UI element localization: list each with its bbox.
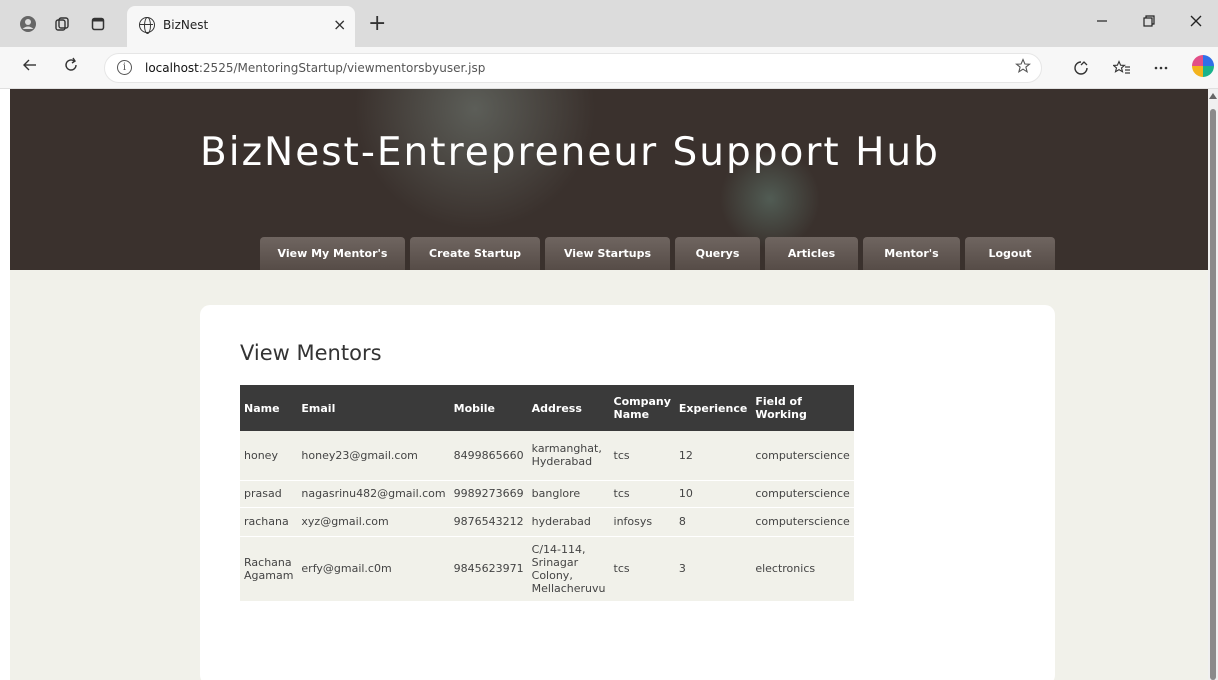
restore-icon[interactable]	[1143, 12, 1155, 31]
content-panel: View Mentors Name Email Mobile Address C…	[200, 305, 1055, 680]
profile-icon[interactable]	[18, 14, 38, 34]
cell-address: C/14-114, Srinagar Colony, Mellacheruvu	[527, 535, 610, 601]
site-header: BizNest-Entrepreneur Support Hub View My…	[10, 89, 1208, 270]
info-icon[interactable]: i	[117, 60, 132, 75]
minimize-icon[interactable]	[1096, 12, 1108, 31]
more-options-icon[interactable]	[1153, 60, 1169, 80]
browser-tab-bar: BizNest × +	[0, 0, 1218, 47]
cell-company: tcs	[609, 479, 675, 507]
cell-mobile: 9845623971	[449, 535, 528, 601]
col-header-email: Email	[297, 385, 450, 431]
cell-field: computerscience	[751, 506, 854, 536]
col-header-mobile: Mobile	[449, 385, 528, 431]
nav-create-startup[interactable]: Create Startup	[410, 237, 540, 270]
cell-experience: 8	[674, 506, 752, 536]
cell-name: honey	[240, 431, 298, 480]
cell-name: Rachana Agamam	[240, 535, 298, 601]
col-header-experience: Experience	[674, 385, 752, 431]
browser-address-bar: i localhost:2525/MentoringStartup/viewme…	[0, 47, 1218, 89]
cell-mobile: 9989273669	[449, 479, 528, 507]
cell-name: prasad	[240, 479, 298, 507]
cell-email: xyz@gmail.com	[297, 506, 450, 536]
extensions-icon[interactable]	[1073, 60, 1089, 80]
cell-field: electronics	[751, 535, 854, 601]
scrollbar-thumb[interactable]	[1210, 109, 1216, 680]
cell-name: rachana	[240, 506, 298, 536]
col-header-address: Address	[527, 385, 610, 431]
col-header-field: Field of Working	[751, 385, 854, 431]
cell-field: computerscience	[751, 431, 854, 480]
close-window-icon[interactable]	[1190, 12, 1202, 31]
nav-articles[interactable]: Articles	[765, 237, 858, 270]
page-scrollbar[interactable]	[1208, 89, 1218, 680]
tab-actions-icon[interactable]	[88, 14, 108, 34]
cell-address: hyderabad	[527, 506, 610, 536]
tab-biznest[interactable]: BizNest ×	[127, 6, 355, 47]
site-title: BizNest-Entrepreneur Support Hub	[200, 130, 940, 175]
table-row: honey honey23@gmail.com 8499865660 karma…	[240, 431, 854, 480]
nav-view-startups[interactable]: View Startups	[545, 237, 670, 270]
cell-experience: 12	[674, 431, 752, 480]
nav-logout[interactable]: Logout	[965, 237, 1055, 270]
table-row: Rachana Agamam erfy@gmail.c0m 9845623971…	[240, 535, 854, 601]
table-header-row: Name Email Mobile Address Company Name E…	[240, 385, 854, 431]
reload-icon[interactable]	[63, 57, 79, 78]
col-header-company: Company Name	[609, 385, 675, 431]
mentors-table: Name Email Mobile Address Company Name E…	[240, 385, 854, 601]
cell-email: honey23@gmail.com	[297, 431, 450, 480]
workspaces-icon[interactable]	[52, 14, 72, 34]
globe-icon	[139, 17, 155, 34]
cell-mobile: 8499865660	[449, 431, 528, 480]
cell-email: nagasrinu482@gmail.com	[297, 479, 450, 507]
cell-field: computerscience	[751, 479, 854, 507]
copilot-icon[interactable]	[1192, 55, 1214, 77]
url-path: :2525/MentoringStartup/viewmentorsbyuser…	[198, 61, 486, 75]
table-row: rachana xyz@gmail.com 9876543212 hyderab…	[240, 506, 854, 536]
url-input[interactable]: i localhost:2525/MentoringStartup/viewme…	[104, 53, 1042, 83]
cell-address: karmanghat, Hyderabad	[527, 431, 610, 480]
url-host: localhost	[145, 61, 199, 75]
url-text: localhost:2525/MentoringStartup/viewment…	[145, 61, 485, 75]
scroll-up-arrow-icon[interactable]	[1209, 93, 1217, 99]
page-viewport: BizNest-Entrepreneur Support Hub View My…	[10, 89, 1208, 680]
page-title: View Mentors	[240, 341, 382, 365]
nav-querys[interactable]: Querys	[675, 237, 760, 270]
cell-address: banglore	[527, 479, 610, 507]
close-tab-icon[interactable]: ×	[333, 15, 346, 34]
new-tab-icon[interactable]: +	[368, 11, 386, 36]
cell-company: tcs	[609, 535, 675, 601]
tab-title: BizNest	[163, 18, 209, 32]
back-icon[interactable]	[22, 57, 38, 78]
favorite-star-icon[interactable]	[1015, 58, 1031, 78]
cell-mobile: 9876543212	[449, 506, 528, 536]
cell-experience: 3	[674, 535, 752, 601]
cell-company: infosys	[609, 506, 675, 536]
favorites-icon[interactable]	[1112, 60, 1131, 80]
table-row: prasad nagasrinu482@gmail.com 9989273669…	[240, 479, 854, 507]
nav-view-my-mentors[interactable]: View My Mentor's	[260, 237, 405, 270]
cell-company: tcs	[609, 431, 675, 480]
cell-email: erfy@gmail.c0m	[297, 535, 450, 601]
col-header-name: Name	[240, 385, 298, 431]
nav-mentors[interactable]: Mentor's	[863, 237, 960, 270]
cell-experience: 10	[674, 479, 752, 507]
